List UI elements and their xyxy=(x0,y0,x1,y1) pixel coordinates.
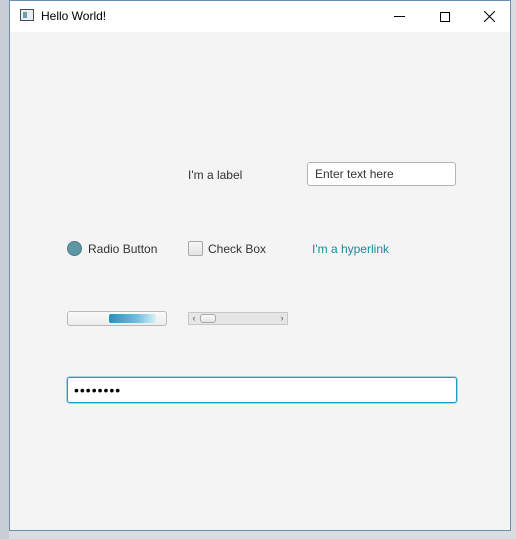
window-title: Hello World! xyxy=(41,9,107,23)
scrollbar-thumb[interactable] xyxy=(200,314,216,323)
scroll-right-icon[interactable]: › xyxy=(277,313,287,324)
maximize-button[interactable] xyxy=(422,1,468,32)
hyperlink[interactable]: I'm a hyperlink xyxy=(312,242,389,256)
desktop-background xyxy=(0,0,9,539)
radio-button[interactable] xyxy=(67,241,82,256)
minimize-button[interactable] xyxy=(376,1,422,32)
minimize-icon xyxy=(393,16,405,17)
horizontal-scrollbar[interactable]: ‹ › xyxy=(188,312,288,325)
password-field[interactable] xyxy=(67,377,457,403)
progress-bar-fill xyxy=(109,314,156,323)
close-button[interactable] xyxy=(466,1,512,32)
progress-bar xyxy=(67,311,167,326)
close-icon xyxy=(483,11,495,22)
static-label: I'm a label xyxy=(188,168,243,182)
checkbox[interactable] xyxy=(188,241,203,256)
text-input[interactable] xyxy=(307,162,456,186)
app-window-icon xyxy=(20,9,34,21)
radio-button-label[interactable]: Radio Button xyxy=(88,242,157,256)
checkbox-label[interactable]: Check Box xyxy=(208,242,266,256)
window-content: I'm a label Radio Button Check Box I'm a… xyxy=(10,32,510,530)
title-bar[interactable]: Hello World! xyxy=(10,1,510,32)
scroll-left-icon[interactable]: ‹ xyxy=(189,313,199,324)
app-window: Hello World! I'm a label Radio Button Ch… xyxy=(9,0,511,531)
maximize-icon xyxy=(440,11,450,22)
